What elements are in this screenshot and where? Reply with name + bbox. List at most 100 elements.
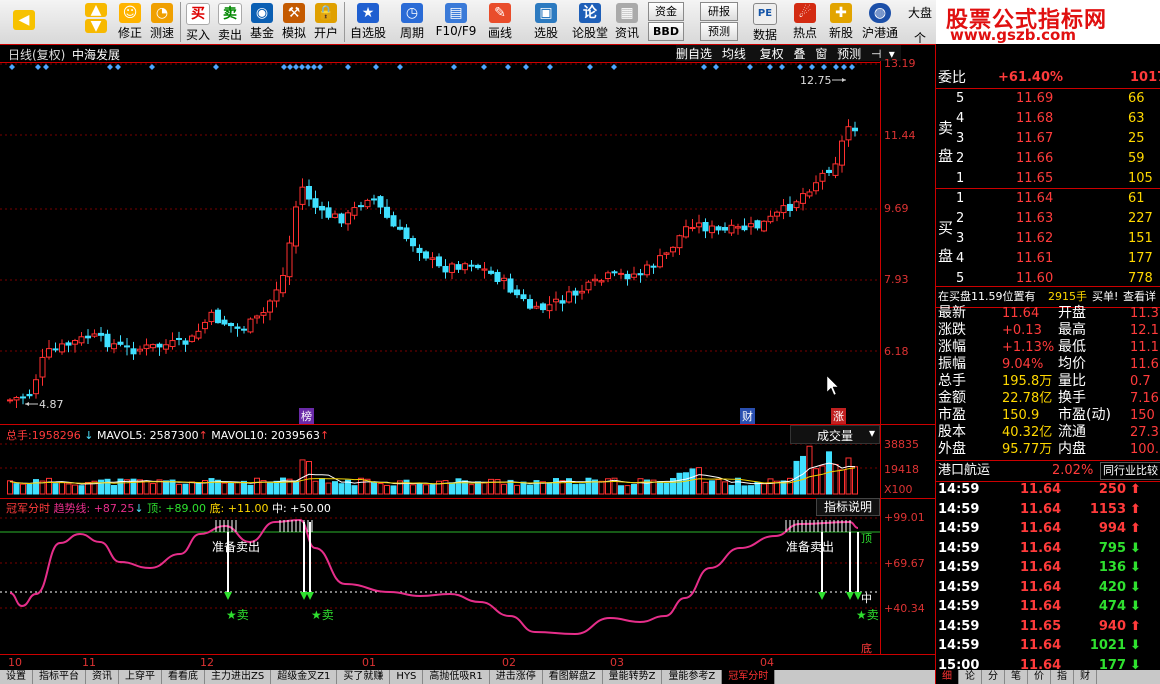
window-button[interactable]: 窗 [815, 45, 833, 62]
event-diamond [505, 64, 511, 70]
simulate-button[interactable]: ⚒ 模拟 [280, 0, 308, 44]
ask-level-row[interactable]: 3 11.67 25 [936, 129, 1160, 149]
x-label: 11 [82, 656, 96, 669]
tab-index[interactable]: 指 [1051, 670, 1074, 684]
remove-watchlist-button[interactable]: 删自选 [676, 45, 718, 62]
candle [78, 336, 85, 344]
volume-bar [33, 479, 39, 495]
limit-up-marker[interactable]: 涨 [831, 408, 846, 424]
overlay-button[interactable]: 叠 [793, 45, 811, 62]
fund-button[interactable]: ◉ 基金 [248, 0, 276, 44]
tab-news[interactable]: 资讯 [86, 670, 119, 684]
forecast-button[interactable]: 预测 [700, 22, 738, 41]
panel-toggle-icon[interactable]: ⊣ [871, 47, 885, 61]
speed-test-button[interactable]: ◔ 测速 [148, 0, 176, 44]
revise-icon: ☺ [119, 3, 141, 23]
open-account-button[interactable]: 🔒 开户 [312, 0, 340, 44]
tab-indicator[interactable]: 主力进出ZS [205, 670, 272, 684]
sector-row[interactable]: 港口航运 2.02% 同行业比较 [936, 460, 1160, 482]
bid-level-row[interactable]: 4 11.61 177 [936, 249, 1160, 269]
candle [507, 278, 514, 293]
tab-indicator[interactable]: 买了就赚 [337, 670, 391, 684]
candlestick-chart[interactable] [0, 44, 935, 424]
volume-bar [150, 483, 156, 495]
tab-active-indicator[interactable]: 冠军分时 [722, 670, 776, 684]
ask-level-row[interactable]: 5 11.69 66 [936, 89, 1160, 109]
tab-indicator[interactable]: 进击涨停 [490, 670, 543, 684]
ranking-marker[interactable]: 榜 [299, 408, 314, 424]
candle [793, 201, 800, 209]
tab-minute[interactable]: 分 [982, 670, 1005, 684]
draw-line-button[interactable]: ✎ 画线 [482, 0, 518, 44]
volume-bar [319, 478, 325, 495]
tab-indicator[interactable]: 量能转势Z [603, 670, 663, 684]
hot-button[interactable]: ☄ 热点 [788, 0, 822, 44]
tab-indicator[interactable]: 看图解盘Z [543, 670, 603, 684]
candle [845, 126, 852, 141]
filter-icon: ▣ [535, 3, 557, 23]
predict-button[interactable]: 预测 [837, 45, 867, 62]
hammer-icon: ⚒ [283, 3, 305, 23]
period-button[interactable]: ◷ 周期 [394, 0, 430, 44]
tab-indicator[interactable]: HYS [390, 670, 424, 684]
revise-button[interactable]: ☺ 修正 [116, 0, 144, 44]
candle [631, 273, 637, 278]
tab-forum[interactable]: 论 [959, 670, 982, 684]
buy-button[interactable]: 买 买入 [184, 0, 212, 44]
bid-level-row[interactable]: 3 11.62 151 [936, 229, 1160, 249]
stat-row: 振幅 9.04% 均价 11.6 [938, 356, 1159, 372]
tick-row: 14:59 11.65 940 ⬆ [936, 617, 1160, 637]
volume-bar [553, 478, 559, 495]
adjust-button[interactable]: 复权 [760, 45, 790, 62]
tab-indicator-platform[interactable]: 指标平台 [33, 670, 86, 684]
compare-sector-button[interactable]: 同行业比较 [1100, 462, 1160, 480]
market-button[interactable]: 大盘 个 [906, 0, 934, 45]
bid-level-row[interactable]: 2 11.63 227 [936, 209, 1160, 229]
tab-indicator[interactable]: 上穿平 [119, 670, 162, 684]
watchlist-button[interactable]: ★ 自选股 [348, 0, 388, 44]
sell-button[interactable]: 卖 卖出 [216, 0, 244, 44]
f10-button[interactable]: ▤ F10/F9 [434, 0, 478, 44]
finance-marker[interactable]: 财 [740, 408, 755, 424]
tab-indicator[interactable]: 超级金叉Z1 [271, 670, 338, 684]
candle [449, 263, 455, 273]
forum-button[interactable]: 论 论股堂 [570, 0, 610, 44]
tab-price[interactable]: 价 [1028, 670, 1051, 684]
data-button[interactable]: PE 数据 [748, 0, 782, 44]
ma-button[interactable]: 均线 [722, 45, 756, 62]
indicator-dropdown[interactable]: 成交量 ▾ [790, 425, 880, 444]
news-button[interactable]: ▦ 资讯 [612, 0, 642, 44]
tab-indicator[interactable]: 高抛低吸R1 [423, 670, 490, 684]
ask-level-row[interactable]: 4 11.68 63 [936, 109, 1160, 129]
hk-connect-button[interactable]: ◍ 沪港通 [860, 0, 900, 44]
bid-level-row[interactable]: 1 11.64 61 [936, 189, 1160, 209]
capital-button[interactable]: 资金 [648, 2, 684, 21]
page-up-button[interactable]: ▲ ▼ [84, 0, 108, 44]
volume-bar [683, 472, 689, 495]
tick-row: 14:59 11.64 994 ⬆ [936, 519, 1160, 539]
indicator-chart[interactable] [0, 498, 935, 654]
research-button[interactable]: 研报 [700, 2, 738, 21]
indicator-help-button[interactable]: 指标说明 [816, 498, 880, 516]
tab-detail[interactable]: 细 [936, 670, 959, 684]
tab-finance[interactable]: 财 [1074, 670, 1097, 684]
new-stock-button[interactable]: ✚ 新股 [824, 0, 858, 44]
ask-level-row[interactable]: 2 11.66 59 [936, 149, 1160, 169]
tab-tick[interactable]: 笔 [1005, 670, 1028, 684]
ask-level-row[interactable]: 1 11.65 105 [936, 169, 1160, 189]
volume-bar [442, 480, 449, 495]
candle [124, 345, 130, 348]
x-axis: 10 11 12 01 02 03 04 [0, 654, 935, 671]
tab-indicator[interactable]: 量能参考Z [662, 670, 723, 684]
stock-select-button[interactable]: ▣ 选股 [526, 0, 566, 44]
tab-settings[interactable]: 设置 [0, 670, 33, 684]
bbd-button[interactable]: BBD [648, 22, 684, 41]
candle [293, 206, 299, 247]
pencil-icon: ✎ [489, 3, 511, 23]
candle [442, 265, 449, 273]
candle [520, 294, 527, 300]
high-price-label: 12.75 [800, 74, 832, 87]
tab-indicator[interactable]: 看看底 [162, 670, 205, 684]
back-button[interactable]: ◀ [4, 0, 44, 44]
event-diamond [547, 64, 553, 70]
